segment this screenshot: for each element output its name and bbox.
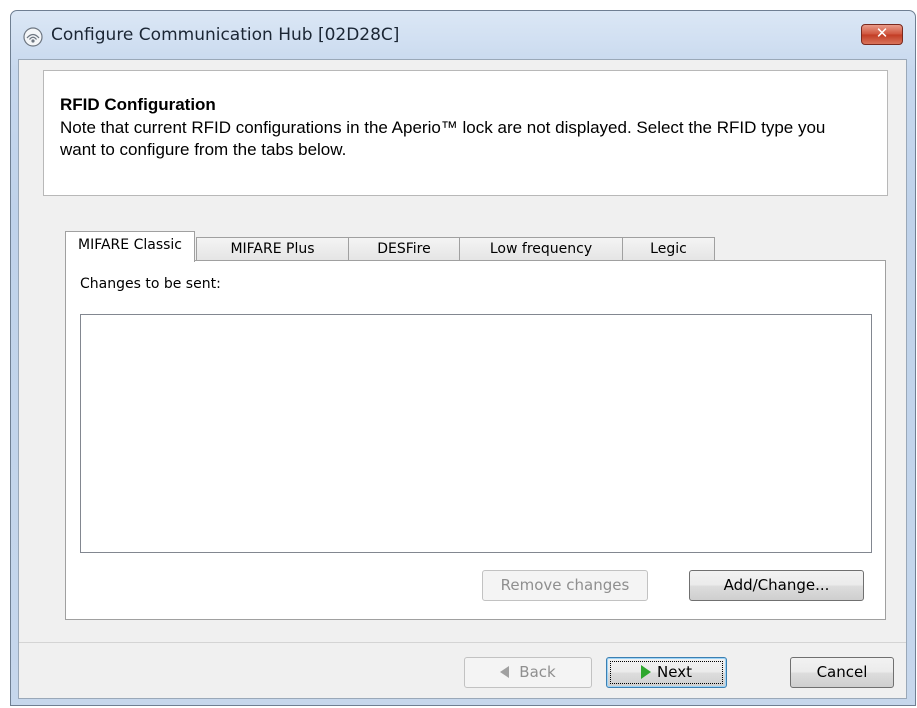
remove-changes-button[interactable]: Remove changes bbox=[482, 570, 648, 601]
dialog-footer: Back Next Cancel bbox=[19, 643, 906, 698]
title-bar[interactable]: Configure Communication Hub [02D28C] ✕ bbox=[11, 11, 915, 59]
tab-desfire[interactable]: DESFire bbox=[348, 237, 460, 261]
changes-list[interactable] bbox=[80, 314, 872, 553]
close-icon: ✕ bbox=[875, 24, 889, 42]
section-description: Note that current RFID configurations in… bbox=[60, 118, 826, 159]
tab-legic[interactable]: Legic bbox=[622, 237, 715, 261]
back-button-label: Back bbox=[519, 663, 556, 681]
header-panel: RFID Configuration Note that current RFI… bbox=[43, 70, 888, 196]
section-title: RFID Configuration bbox=[60, 95, 216, 114]
tab-low-frequency[interactable]: Low frequency bbox=[459, 237, 623, 261]
window-title: Configure Communication Hub [02D28C] bbox=[51, 25, 400, 45]
cancel-button[interactable]: Cancel bbox=[790, 657, 894, 688]
tab-mifare-classic[interactable]: MIFARE Classic bbox=[65, 231, 195, 262]
close-button[interactable]: ✕ bbox=[861, 24, 903, 45]
tab-panel-mifare-classic: Changes to be sent: Remove changes Add/C… bbox=[65, 260, 886, 620]
add-change-button[interactable]: Add/Change... bbox=[689, 570, 864, 601]
back-arrow-icon bbox=[500, 666, 510, 678]
tab-mifare-plus[interactable]: MIFARE Plus bbox=[196, 237, 349, 261]
dialog-window: Configure Communication Hub [02D28C] ✕ R… bbox=[10, 10, 916, 706]
focus-rectangle bbox=[610, 661, 723, 684]
dialog-client-area: RFID Configuration Note that current RFI… bbox=[18, 59, 907, 699]
changes-label: Changes to be sent: bbox=[80, 276, 221, 292]
next-button[interactable]: Next bbox=[606, 657, 727, 688]
back-button[interactable]: Back bbox=[464, 657, 592, 688]
communication-hub-icon bbox=[23, 27, 43, 47]
